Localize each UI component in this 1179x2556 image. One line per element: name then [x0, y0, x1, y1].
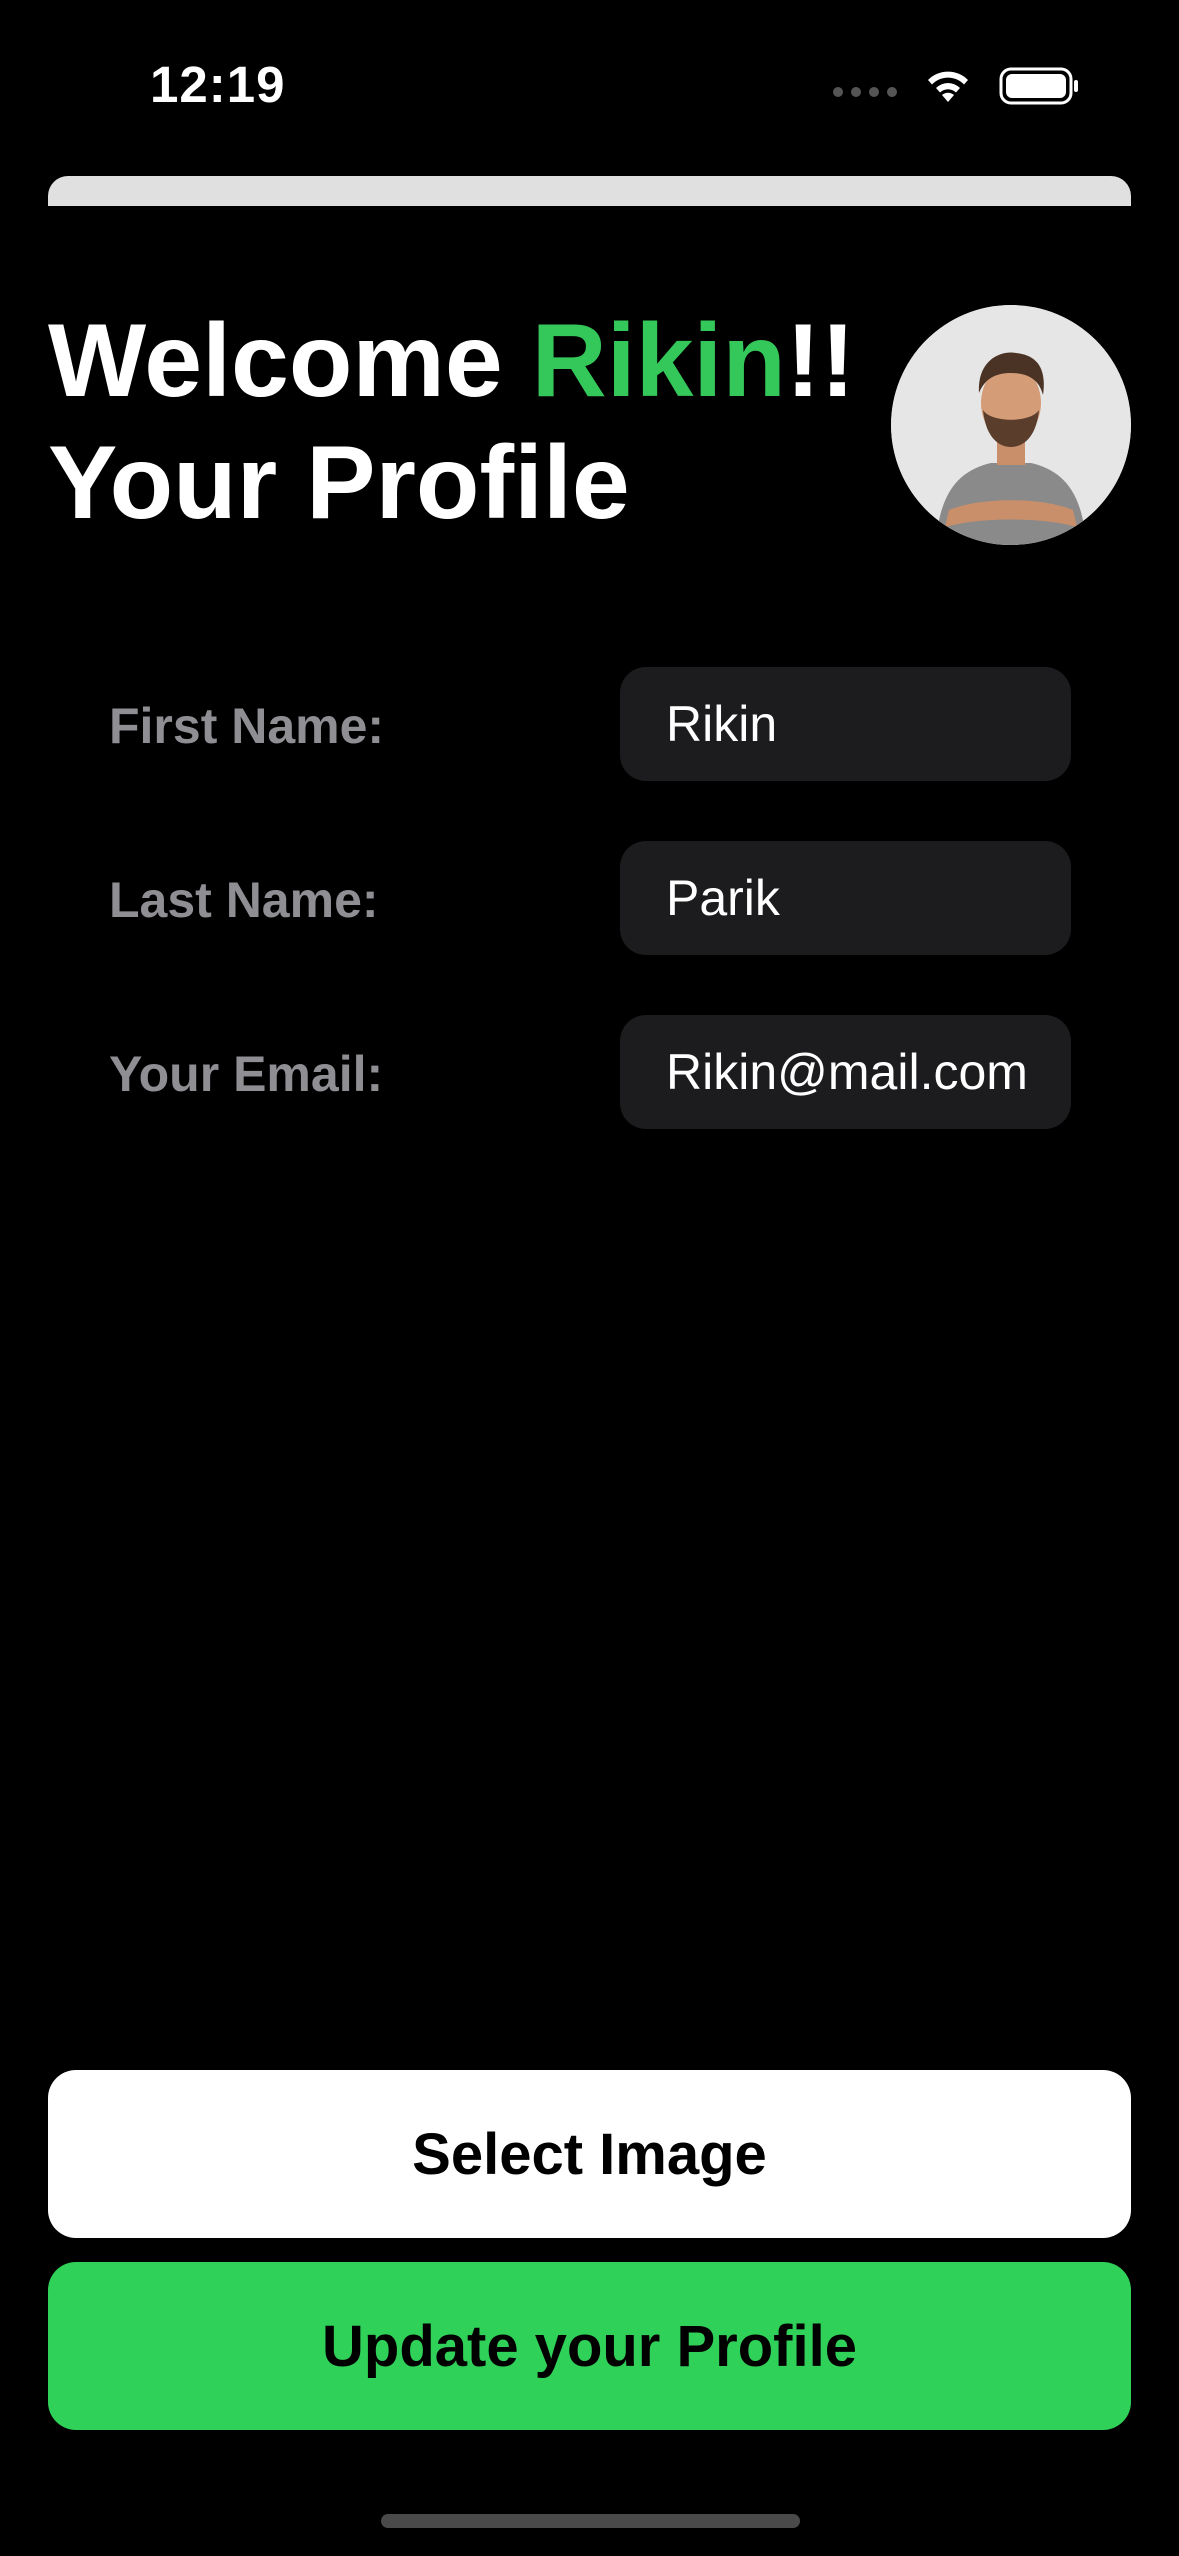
status-icons [833, 64, 1079, 108]
first-name-row: First Name: [0, 667, 1179, 781]
last-name-row: Last Name: [0, 841, 1179, 955]
welcome-prefix: Welcome [48, 303, 532, 419]
email-label: Your Email: [109, 1046, 384, 1102]
email-field[interactable] [620, 1015, 1071, 1129]
first-name-field[interactable] [620, 667, 1071, 781]
update-profile-button[interactable]: Update your Profile [48, 2262, 1131, 2430]
home-indicator[interactable] [381, 2514, 800, 2528]
welcome-suffix: !! [785, 303, 856, 419]
select-image-button[interactable]: Select Image [48, 2070, 1131, 2238]
page-title: Welcome Rikin!! Your Profile [48, 300, 855, 544]
avatar-person-icon [891, 305, 1131, 545]
cellular-dots-icon [833, 87, 897, 97]
sheet-grabber [48, 176, 1131, 206]
first-name-label: First Name: [109, 698, 385, 754]
battery-icon [999, 67, 1078, 105]
user-name: Rikin [531, 303, 786, 419]
profile-subtitle: Your Profile [48, 425, 630, 541]
email-row: Your Email: [0, 1015, 1179, 1129]
wifi-icon [928, 71, 968, 102]
last-name-field[interactable] [620, 841, 1071, 955]
welcome-line: Welcome Rikin!! [48, 300, 855, 422]
status-time: 12:19 [150, 56, 286, 113]
last-name-label: Last Name: [109, 872, 379, 928]
avatar[interactable] [891, 305, 1131, 545]
